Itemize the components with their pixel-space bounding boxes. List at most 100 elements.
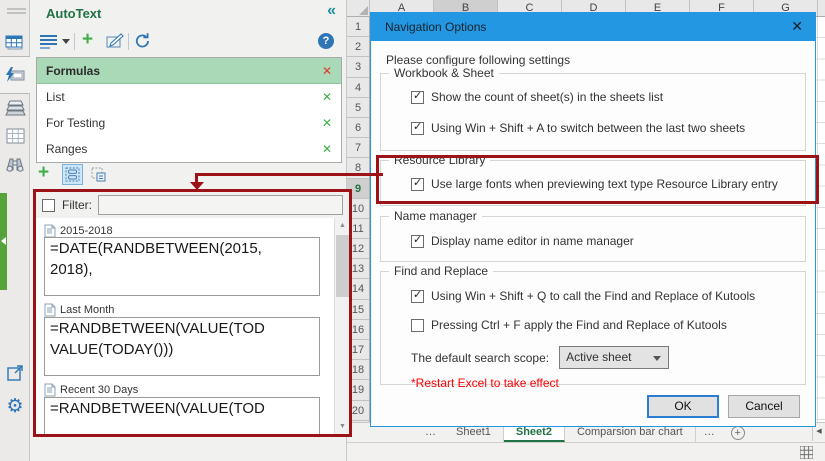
list-menu-button[interactable] bbox=[40, 35, 57, 49]
search-scope-row: The default search scope: Active sheet bbox=[411, 346, 670, 369]
entry-formula-preview[interactable]: =RANDBETWEEN(VALUE(TOD bbox=[44, 397, 320, 434]
category-list: Formulas ✕ List ✕ For Testing ✕ Ranges ✕ bbox=[36, 57, 342, 163]
sidebar-tab-clipboard-library[interactable] bbox=[3, 96, 27, 120]
new-sheet-button[interactable]: + bbox=[730, 426, 745, 440]
option-name-editor[interactable]: ✓ Display name editor in name manager bbox=[411, 234, 634, 248]
option-large-fonts[interactable]: ✓ Use large fonts when previewing text t… bbox=[411, 177, 778, 191]
entry-formula-preview[interactable]: =DATE(RANDBETWEEN(2015, 2018), bbox=[44, 237, 320, 296]
add-entry-button[interactable]: + bbox=[38, 163, 49, 182]
row-header[interactable]: 3 bbox=[347, 57, 369, 78]
close-icon[interactable]: ✕ bbox=[791, 18, 803, 35]
option-win-shift-q[interactable]: ✓ Using Win + Shift + Q to call the Find… bbox=[411, 289, 755, 303]
category-item[interactable]: List ✕ bbox=[37, 84, 341, 110]
status-bar bbox=[347, 442, 825, 461]
popout-pane-button[interactable] bbox=[3, 360, 27, 384]
category-name: List bbox=[46, 90, 65, 104]
panel-collapse-button[interactable]: « bbox=[327, 2, 336, 20]
pane-drag-handle[interactable] bbox=[7, 12, 26, 14]
checkbox-unchecked[interactable] bbox=[411, 318, 424, 332]
menu-line bbox=[40, 39, 57, 41]
scroll-up-icon[interactable]: ▲ bbox=[335, 218, 349, 233]
option-label: Using Win + Shift + Q to call the Find a… bbox=[431, 289, 756, 303]
entry-formula-preview[interactable]: =RANDBETWEEN(VALUE(TOD VALUE(TODAY())) bbox=[44, 317, 320, 376]
dialog-titlebar[interactable]: Navigation Options ✕ bbox=[371, 13, 815, 41]
menu-line bbox=[40, 43, 57, 45]
group-legend: Find and Replace bbox=[389, 264, 494, 278]
collapse-arrow-icon bbox=[1, 237, 6, 245]
delete-category-icon[interactable]: ✕ bbox=[322, 142, 332, 156]
entry-name: Recent 30 Days bbox=[60, 384, 139, 396]
option-label: Show the count of sheet(s) in the sheets… bbox=[431, 90, 664, 104]
filter-input[interactable] bbox=[98, 195, 343, 215]
delete-category-icon[interactable]: ✕ bbox=[322, 64, 332, 78]
ok-button[interactable]: OK bbox=[647, 395, 719, 418]
checkbox-checked[interactable]: ✓ bbox=[411, 176, 424, 191]
document-icon bbox=[44, 383, 56, 397]
help-button[interactable]: ? bbox=[318, 33, 334, 49]
scroll-down-icon[interactable]: ▼ bbox=[335, 419, 349, 434]
category-name: Ranges bbox=[46, 142, 88, 156]
row-header[interactable]: 6 bbox=[347, 118, 369, 139]
option-label: Using Win + Shift + A to switch between … bbox=[431, 121, 746, 135]
sidebar-tab-find-binoculars[interactable] bbox=[3, 152, 27, 176]
row-header[interactable]: 7 bbox=[347, 138, 369, 159]
pane-drag-handle[interactable] bbox=[7, 8, 26, 10]
category-item-selected[interactable]: Formulas ✕ bbox=[37, 58, 341, 84]
filter-checkbox[interactable] bbox=[42, 198, 55, 212]
checkbox-checked[interactable]: ✓ bbox=[411, 288, 424, 303]
option-win-shift-a[interactable]: ✓ Using Win + Shift + A to switch betwee… bbox=[411, 121, 745, 135]
category-name: For Testing bbox=[46, 116, 106, 130]
search-scope-value: Active sheet bbox=[566, 350, 632, 364]
edit-category-button[interactable] bbox=[106, 33, 124, 49]
app-window: A B C D E F G 1 2 3 4 5 6 7 8 9 10 11 12… bbox=[0, 0, 825, 461]
group-workbook-sheet: Workbook & Sheet bbox=[380, 66, 806, 151]
list-view-button[interactable] bbox=[88, 164, 109, 185]
panel-title: AutoText bbox=[46, 6, 102, 21]
chevron-down-icon bbox=[653, 356, 662, 361]
checkbox-checked[interactable]: ✓ bbox=[411, 234, 424, 248]
search-scope-select[interactable]: Active sheet bbox=[559, 346, 670, 369]
checkbox-checked[interactable]: ✓ bbox=[411, 121, 424, 135]
entry-name: 2015-2018 bbox=[60, 225, 113, 237]
row-header[interactable]: 2 bbox=[347, 37, 369, 58]
row-header[interactable]: 5 bbox=[347, 98, 369, 118]
refresh-button[interactable] bbox=[134, 32, 151, 49]
panel-toolbar: + ? bbox=[30, 27, 346, 56]
navigation-options-dialog: Navigation Options ✕ Please configure fo… bbox=[370, 12, 816, 427]
group-legend: Resource Library bbox=[389, 153, 491, 167]
preview-view-button-selected[interactable] bbox=[62, 164, 83, 185]
option-ctrl-f[interactable]: Pressing Ctrl + F apply the Find and Rep… bbox=[411, 318, 727, 332]
row-header[interactable]: 4 bbox=[347, 78, 369, 98]
menu-caret-icon[interactable] bbox=[62, 39, 70, 44]
option-show-sheet-count[interactable]: ✓ Show the count of sheet(s) in the shee… bbox=[411, 90, 663, 104]
delete-category-icon[interactable]: ✕ bbox=[322, 116, 332, 130]
option-label: Pressing Ctrl + F apply the Find and Rep… bbox=[431, 318, 727, 332]
sidebar-tab-autotext-selected[interactable] bbox=[0, 56, 30, 94]
entry-label[interactable]: Last Month bbox=[44, 303, 114, 317]
restart-note: *Restart Excel to take effect bbox=[411, 376, 559, 390]
pane-collapse-bar[interactable] bbox=[0, 193, 7, 290]
sidebar-tab-column-list[interactable] bbox=[3, 124, 27, 148]
category-item[interactable]: Ranges ✕ bbox=[37, 136, 341, 162]
document-icon bbox=[44, 224, 56, 238]
option-label: Display name editor in name manager bbox=[431, 234, 634, 248]
category-item[interactable]: For Testing ✕ bbox=[37, 110, 341, 136]
settings-gear-button[interactable]: ⚙ bbox=[3, 394, 27, 418]
entry-scrollbar[interactable]: ▲ ▼ bbox=[334, 218, 349, 434]
select-all-corner[interactable] bbox=[347, 0, 370, 16]
entry-label[interactable]: Recent 30 Days bbox=[44, 383, 138, 397]
checkbox-mark: ✓ bbox=[413, 89, 423, 102]
add-category-button[interactable]: + bbox=[82, 30, 93, 49]
cancel-button[interactable]: Cancel bbox=[728, 395, 800, 418]
document-icon bbox=[44, 303, 56, 317]
checkbox-mark: ✓ bbox=[413, 176, 423, 189]
normal-view-icon[interactable] bbox=[800, 446, 813, 459]
sidebar-tab-workbook-sheet[interactable] bbox=[3, 31, 27, 55]
scrollbar-thumb[interactable] bbox=[336, 235, 349, 297]
entry-label[interactable]: 2015-2018 bbox=[44, 224, 113, 238]
row-header[interactable]: 1 bbox=[347, 17, 369, 38]
checkbox-checked[interactable]: ✓ bbox=[411, 89, 424, 104]
checkbox-mark: ✓ bbox=[413, 288, 423, 301]
menu-line bbox=[40, 47, 50, 49]
delete-category-icon[interactable]: ✕ bbox=[322, 90, 332, 104]
